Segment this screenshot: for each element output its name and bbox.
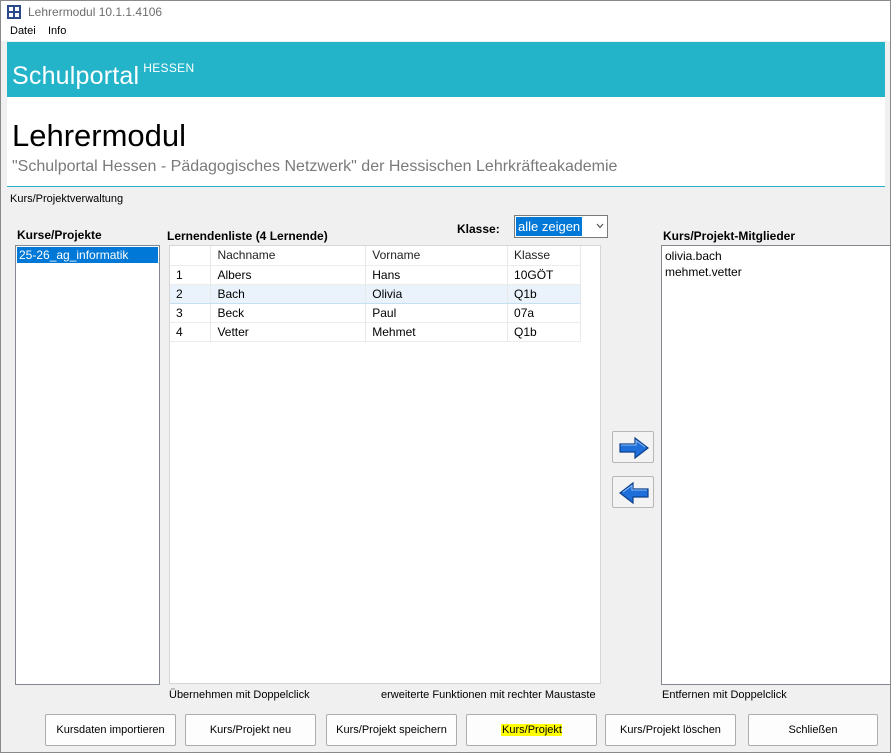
hint-remove: Entfernen mit Doppelclick xyxy=(662,689,787,701)
cell-vorname: Mehmet xyxy=(365,322,509,342)
app-icon xyxy=(7,5,21,19)
cell-nachname: Beck xyxy=(210,303,367,323)
new-course-button[interactable]: Kurs/Projekt neu xyxy=(185,714,316,746)
cell-klasse: 07a xyxy=(507,303,581,323)
remove-member-button[interactable] xyxy=(612,476,654,508)
grid-header-row: Nachname Vorname Klasse xyxy=(170,246,581,266)
app-window: Lehrermodul 10.1.1.4106 Datei Info Schul… xyxy=(0,0,891,753)
member-item[interactable]: olivia.bach xyxy=(662,248,890,264)
table-row[interactable]: 3 Beck Paul 07a xyxy=(170,303,581,323)
cell-vorname: Olivia xyxy=(365,283,509,304)
class-filter-select[interactable]: alle zeigen xyxy=(514,215,608,238)
rename-course-button[interactable]: Kurs/Projekt umbenennen xyxy=(466,714,597,752)
close-button[interactable]: Schließen xyxy=(748,714,878,746)
cell-vorname: Paul xyxy=(365,303,509,323)
arrow-right-icon xyxy=(619,436,649,460)
page-header: Lehrermodul "Schulportal Hessen - Pädago… xyxy=(7,97,885,187)
class-filter-label: Klasse: xyxy=(457,222,500,236)
cell-klasse: 10GÖT xyxy=(507,265,581,285)
menu-bar: Datei Info xyxy=(1,23,890,41)
hint-extended-functions: erweiterte Funktionen mit rechter Mausta… xyxy=(381,689,596,701)
column-header-nachname[interactable]: Nachname xyxy=(210,246,367,266)
cell-klasse: Q1b xyxy=(507,283,581,304)
cell-index: 4 xyxy=(170,322,212,342)
table-row-selected[interactable]: 2 Bach Olivia Q1b xyxy=(170,283,581,304)
cell-nachname: Vetter xyxy=(210,322,367,342)
members-list[interactable]: olivia.bach mehmet.vetter xyxy=(661,245,890,685)
title-bar: Lehrermodul 10.1.1.4106 xyxy=(1,1,890,23)
cell-nachname: Bach xyxy=(210,283,367,304)
save-course-button[interactable]: Kurs/Projekt speichern xyxy=(326,714,457,746)
members-label: Kurs/Projekt-Mitglieder xyxy=(663,229,796,243)
chevron-down-icon xyxy=(596,223,604,229)
window-title: Lehrermodul 10.1.1.4106 xyxy=(28,5,163,19)
course-item[interactable]: 25-26_ag_informatik xyxy=(17,247,158,263)
delete-course-button[interactable]: Kurs/Projekt löschen xyxy=(605,714,736,746)
cell-klasse: Q1b xyxy=(507,322,581,342)
class-filter-value: alle zeigen xyxy=(516,217,583,236)
banner-superscript: HESSEN xyxy=(143,61,195,75)
add-member-button[interactable] xyxy=(612,431,654,463)
courses-list[interactable]: 25-26_ag_informatik xyxy=(15,245,160,685)
learners-label: Lernendenliste (4 Lernende) xyxy=(167,229,328,243)
column-header-vorname[interactable]: Vorname xyxy=(365,246,509,266)
cell-index: 2 xyxy=(170,283,212,304)
schulportal-banner: Schulportal HESSEN xyxy=(7,42,885,97)
cell-index: 1 xyxy=(170,265,212,285)
cell-nachname: Albers xyxy=(210,265,367,285)
section-label: Kurs/Projektverwaltung xyxy=(10,193,124,205)
page-title: Lehrermodul xyxy=(12,118,187,153)
learners-grid[interactable]: Nachname Vorname Klasse 1 Albers Hans 10… xyxy=(169,245,601,684)
menu-info[interactable]: Info xyxy=(48,25,66,37)
member-item[interactable]: mehmet.vetter xyxy=(662,264,890,280)
cell-index: 3 xyxy=(170,303,212,323)
arrow-left-icon xyxy=(619,481,649,505)
table-row[interactable]: 1 Albers Hans 10GÖT xyxy=(170,265,581,285)
courses-label: Kurse/Projekte xyxy=(17,228,102,242)
banner-title: Schulportal HESSEN xyxy=(12,61,195,91)
rename-course-label: Kurs/Projekt umbenennen xyxy=(498,724,565,752)
cell-vorname: Hans xyxy=(365,265,509,285)
import-course-data-button[interactable]: Kursdaten importieren xyxy=(45,714,176,746)
column-header-klasse[interactable]: Klasse xyxy=(507,246,581,266)
banner-title-text: Schulportal xyxy=(12,62,140,90)
table-row[interactable]: 4 Vetter Mehmet Q1b xyxy=(170,322,581,342)
menu-datei[interactable]: Datei xyxy=(10,25,36,37)
page-subtitle: "Schulportal Hessen - Pädagogisches Netz… xyxy=(12,158,618,175)
hint-take-over: Übernehmen mit Doppelclick xyxy=(169,689,310,701)
column-header-index[interactable] xyxy=(170,246,212,266)
